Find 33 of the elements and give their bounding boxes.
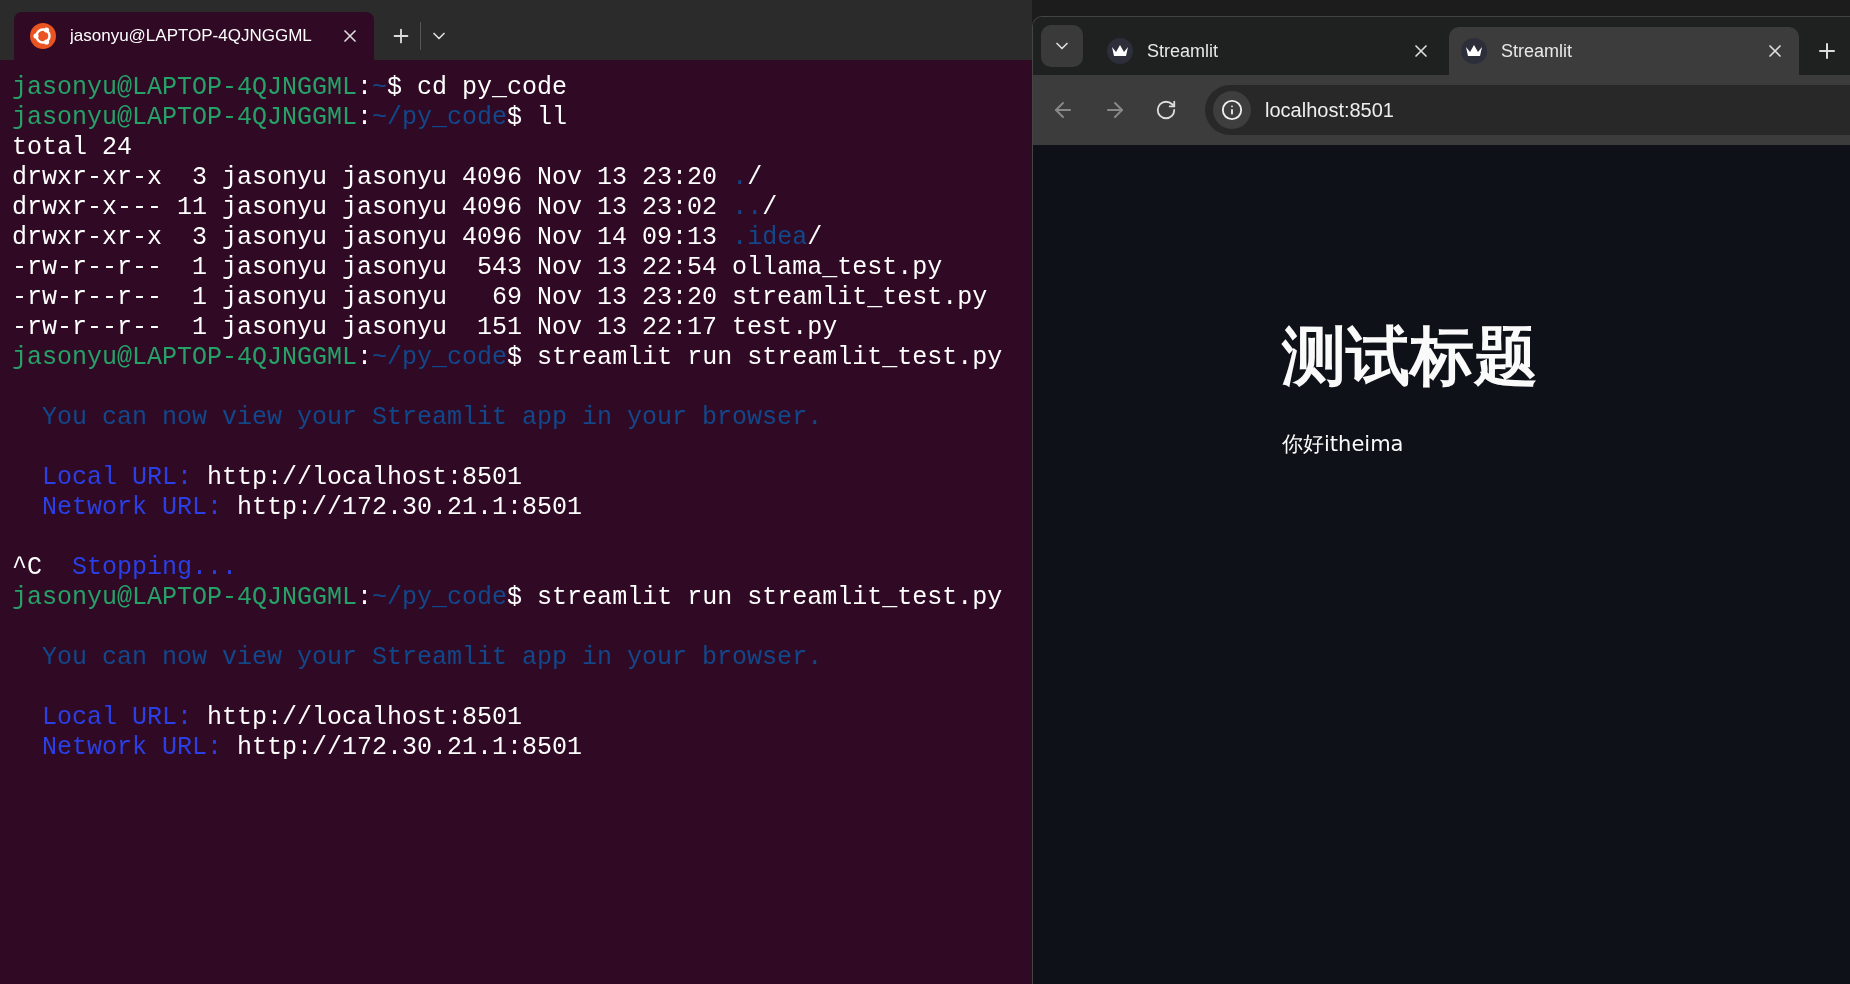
terminal-line: -rw-r--r-- 1 jasonyu jasonyu 151 Nov 13 22:17 test.py — [12, 313, 839, 343]
terminal-line: drwxr-xr-x 3 jasonyu jasonyu 4096 Nov 13 23:20 ./ — [12, 163, 764, 193]
terminal-line: jasonyu@LAPTOP-4QJNGGML:~/py_code$ streamlit run streamlit_test.py — [12, 583, 1004, 613]
address-text: localhost:8501 — [1265, 98, 1394, 122]
page-text: 你好itheima — [1282, 431, 1405, 458]
ubuntu-logo-icon — [30, 23, 56, 49]
terminal-line: Local URL: http://localhost:8501 — [41, 703, 524, 733]
terminal-line: drwxr-xr-x 3 jasonyu jasonyu 4096 Nov 14 09:13 .idea/ — [12, 223, 824, 253]
browser-tab[interactable]: Streamlit — [1095, 27, 1445, 75]
page-title: 测试标题 — [1282, 318, 1539, 395]
reload-icon[interactable] — [1155, 99, 1177, 121]
terminal-line: jasonyu@LAPTOP-4QJNGGML:~$ cd py_code — [12, 73, 569, 103]
address-bar[interactable]: localhost:8501 — [1205, 85, 1850, 135]
terminal-tab[interactable]: jasonyu@LAPTOP-4QJNGGML — [14, 12, 374, 60]
terminal-line: jasonyu@LAPTOP-4QJNGGML:~/py_code$ streamlit run streamlit_test.py — [12, 343, 1004, 373]
terminal-line: You can now view your Streamlit app in your browser. — [41, 643, 824, 673]
terminal-line: Local URL: http://localhost:8501 — [41, 463, 524, 493]
terminal-line: -rw-r--r-- 1 jasonyu jasonyu 69 Nov 13 23:20 streamlit_test.py — [12, 283, 989, 313]
crown-icon — [1107, 38, 1133, 64]
browser-tab[interactable]: Streamlit — [1449, 27, 1799, 75]
terminal-line: drwxr-x--- 11 jasonyu jasonyu 4096 Nov 13 23:02 ../ — [12, 193, 779, 223]
tab-title: Streamlit — [1501, 40, 1573, 62]
terminal-line: You can now view your Streamlit app in your browser. — [41, 403, 824, 433]
crown-icon — [1461, 38, 1487, 64]
terminal-line: jasonyu@LAPTOP-4QJNGGML:~/py_code$ ll — [12, 103, 569, 133]
terminal-line: Network URL: http://172.30.21.1:8501 — [41, 493, 584, 523]
tab-title: Streamlit — [1147, 40, 1219, 62]
terminal-line: -rw-r--r-- 1 jasonyu jasonyu 543 Nov 13 22:54 ollama_test.py — [12, 253, 944, 283]
tab-title: jasonyu@LAPTOP-4QJNGGML — [70, 26, 313, 46]
terminal-line: total 24 — [12, 133, 134, 163]
terminal-line: Network URL: http://172.30.21.1:8501 — [41, 733, 584, 763]
info-icon[interactable] — [1213, 91, 1251, 129]
terminal-line: ^C Stopping... — [12, 553, 239, 583]
